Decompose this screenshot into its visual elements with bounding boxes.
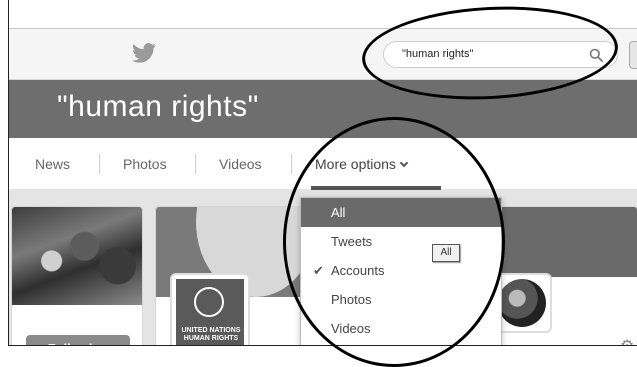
- dropdown-item-label: Videos: [331, 321, 371, 336]
- following-button[interactable]: Following: [26, 335, 130, 345]
- dropdown-item-label: Tweets: [331, 234, 373, 249]
- tab-separator: [99, 154, 100, 174]
- profile-avatar-button[interactable]: [629, 41, 637, 69]
- tab-separator: [195, 154, 196, 174]
- search-input[interactable]: "human rights": [383, 41, 618, 68]
- checkmark-icon: ✔: [313, 263, 324, 278]
- tab-more-options-label: More options: [315, 156, 396, 172]
- gear-icon[interactable]: ⚙: [620, 339, 636, 346]
- dropdown-item-tweets[interactable]: Tweets: [301, 227, 501, 256]
- dropdown-item-accounts[interactable]: ✔ Accounts: [301, 256, 501, 285]
- un-human-rights-logo: UNITED NATIONS HUMAN RIGHTS: [176, 279, 244, 345]
- dropdown-item-photos[interactable]: Photos: [301, 285, 501, 314]
- tooltip: All: [432, 244, 460, 262]
- avatar-image: [498, 279, 546, 327]
- account-banner-image: [12, 207, 142, 305]
- dropdown-item-label: Photos: [331, 292, 372, 307]
- dropdown-item-label: All: [331, 205, 346, 220]
- search-filter-tabs: News Photos Videos More options: [9, 138, 637, 190]
- search-header: "human rights": [9, 80, 637, 138]
- logo-text: UNITED NATIONS HUMAN RIGHTS: [181, 327, 241, 342]
- avatar[interactable]: UNITED NATIONS HUMAN RIGHTS: [170, 273, 250, 345]
- top-navigation-bar: "human rights": [9, 28, 637, 80]
- search-icon[interactable]: [589, 48, 603, 62]
- page-title: "human rights": [57, 90, 259, 123]
- account-card[interactable]: Following: [11, 206, 143, 345]
- search-query-text: "human rights": [402, 48, 474, 60]
- tab-news[interactable]: News: [35, 156, 70, 172]
- flame-emblem-icon: [194, 287, 224, 317]
- tab-videos[interactable]: Videos: [219, 156, 262, 172]
- tab-photos[interactable]: Photos: [123, 156, 167, 172]
- chevron-down-icon: [399, 158, 409, 168]
- dropdown-item-videos[interactable]: Videos: [301, 314, 501, 343]
- browser-viewport: "human rights" "human rights" News Photo…: [8, 0, 637, 346]
- tab-more-options[interactable]: More options: [315, 156, 409, 172]
- dropdown-item-all[interactable]: All: [301, 198, 501, 227]
- more-options-dropdown: All Tweets ✔ Accounts Photos Videos All: [300, 197, 502, 345]
- tab-separator: [291, 154, 292, 174]
- dropdown-item-label: Accounts: [331, 263, 385, 278]
- twitter-bird-icon[interactable]: [131, 43, 157, 65]
